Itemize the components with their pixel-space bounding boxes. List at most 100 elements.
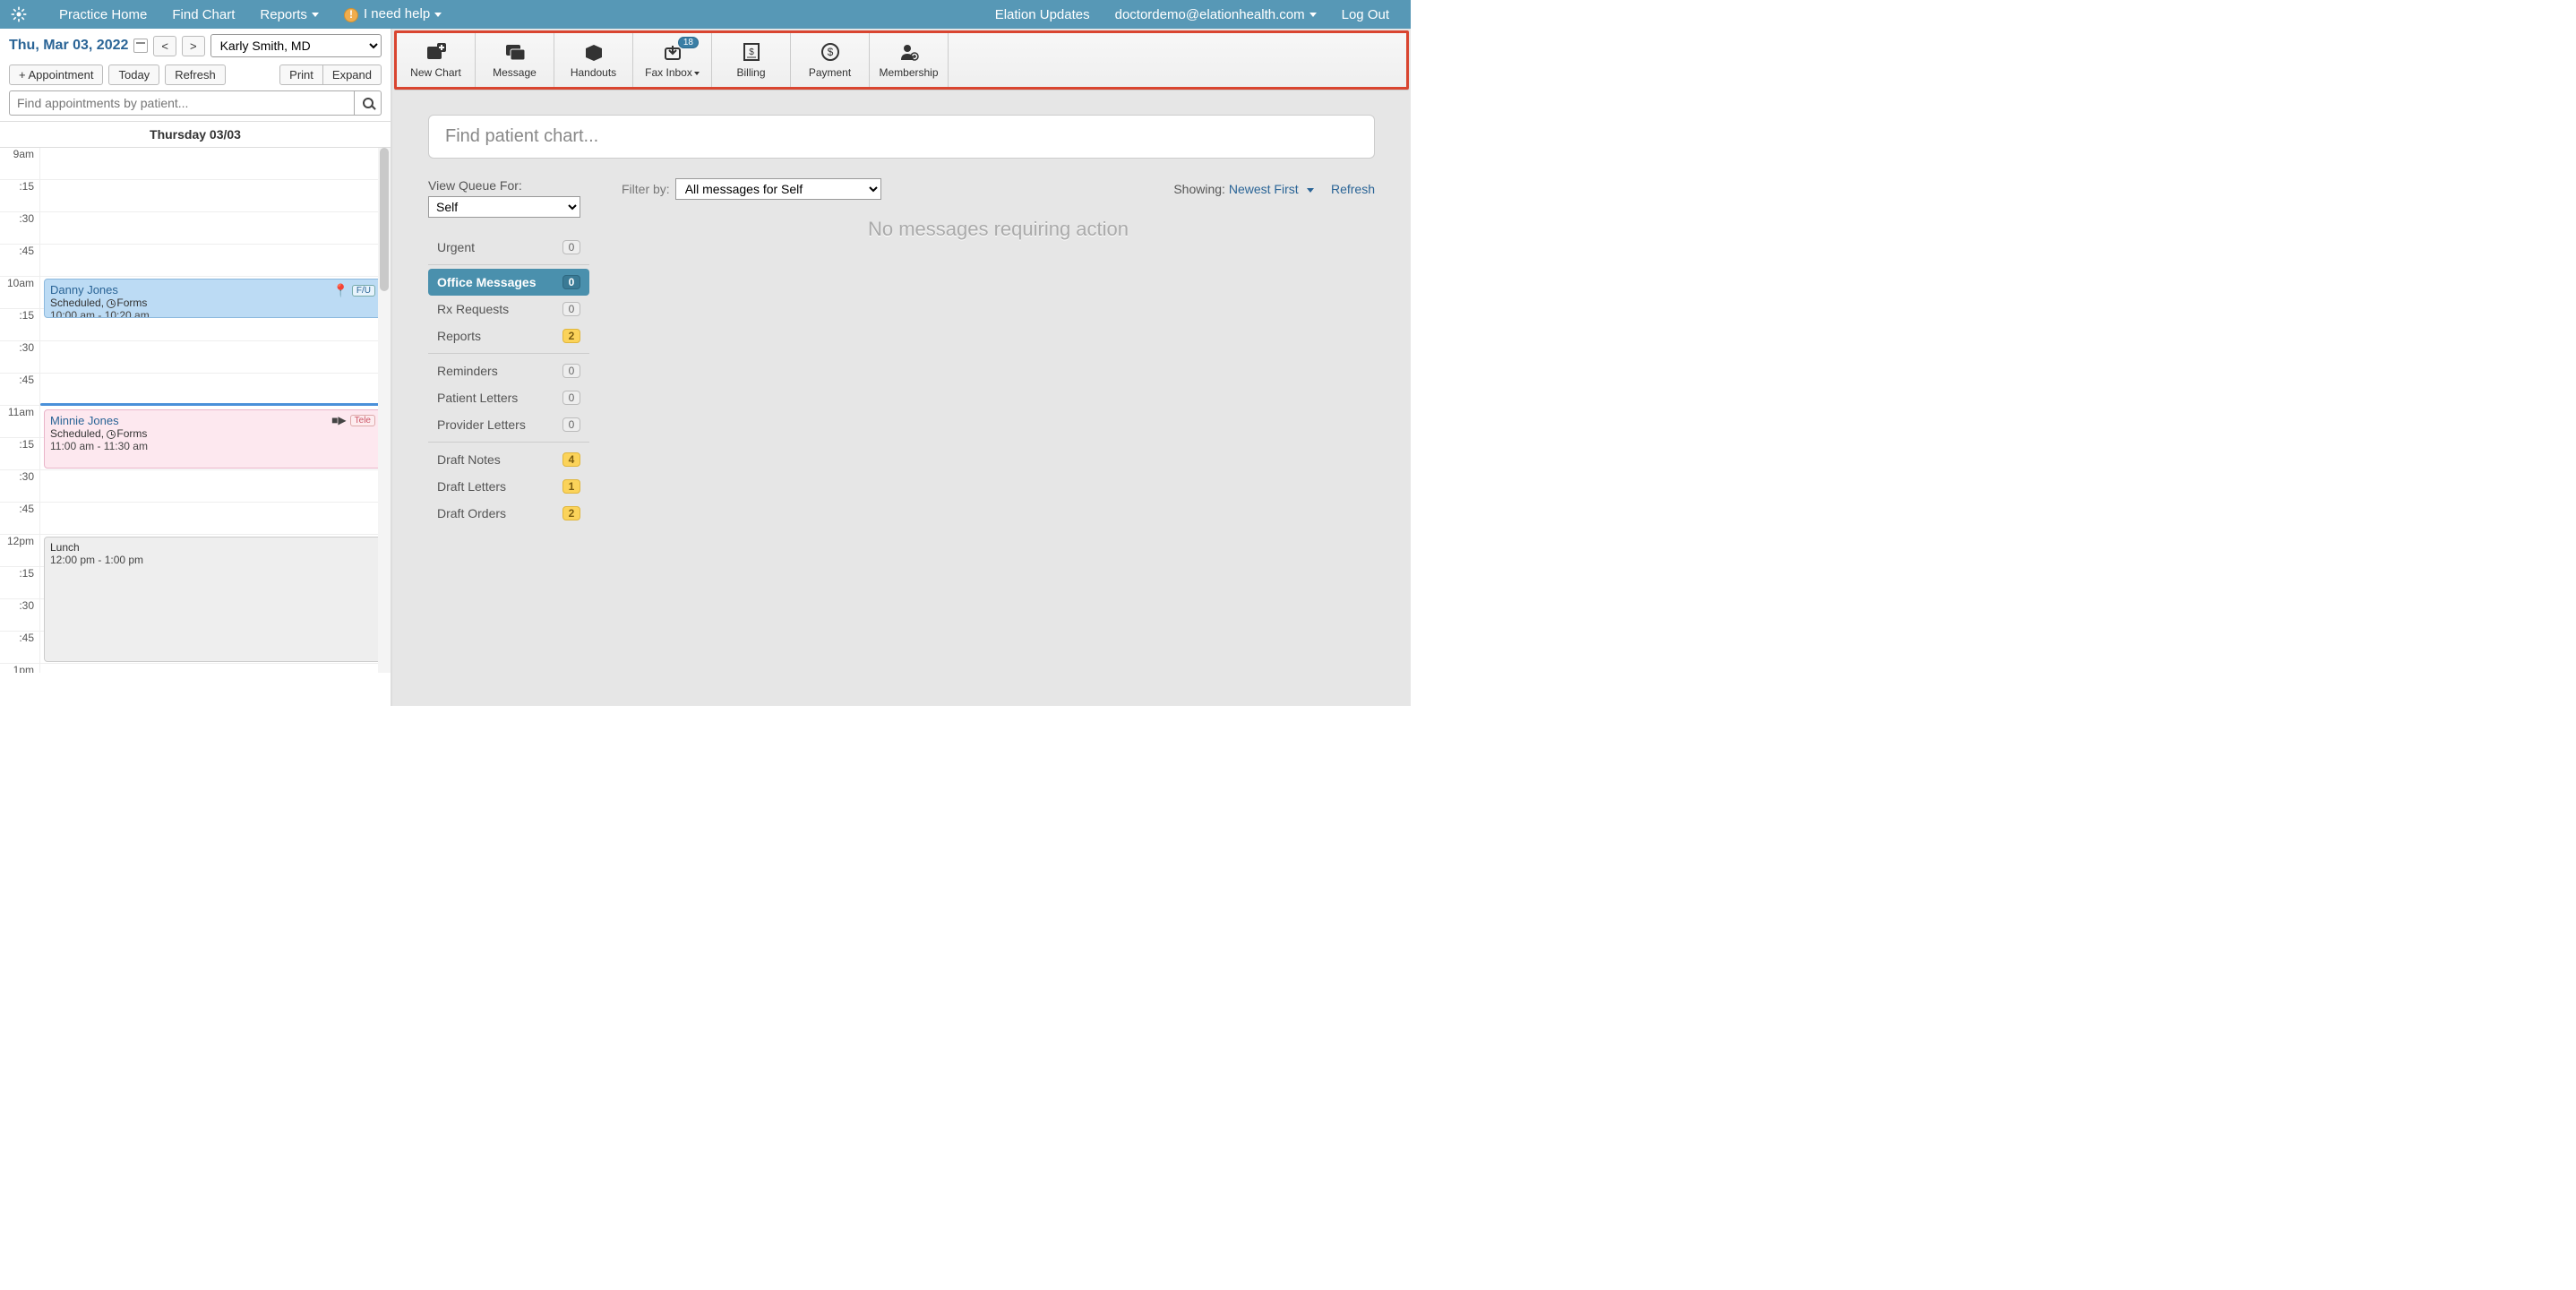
membership-icon bbox=[899, 41, 919, 63]
alert-icon bbox=[344, 8, 358, 22]
time-label: :15 bbox=[0, 567, 40, 598]
expand-button[interactable]: Expand bbox=[323, 64, 382, 85]
caret-down-icon bbox=[694, 72, 700, 75]
time-label: 9am bbox=[0, 148, 40, 179]
count-badge: 2 bbox=[562, 506, 580, 520]
today-button[interactable]: Today bbox=[108, 64, 159, 85]
print-button[interactable]: Print bbox=[279, 64, 323, 85]
appointment-status: Scheduled, Forms bbox=[50, 297, 375, 309]
count-badge: 2 bbox=[562, 329, 580, 343]
filter-by-label: Filter by: bbox=[622, 182, 670, 196]
time-label: :30 bbox=[0, 599, 40, 631]
refresh-cal-button[interactable]: Refresh bbox=[165, 64, 226, 85]
caret-down-icon bbox=[434, 13, 442, 17]
caret-down-icon bbox=[312, 13, 319, 17]
new-chart-icon bbox=[425, 41, 447, 63]
time-slot[interactable] bbox=[40, 470, 391, 502]
time-slot[interactable] bbox=[40, 180, 391, 211]
tool-handouts[interactable]: Handouts bbox=[554, 33, 633, 87]
view-queue-label: View Queue For: bbox=[428, 178, 607, 193]
nav-practice-home[interactable]: Practice Home bbox=[47, 7, 159, 22]
count-badge: 0 bbox=[562, 302, 580, 316]
time-label: 1pm bbox=[0, 664, 40, 673]
queue-item-reminders[interactable]: Reminders0 bbox=[428, 357, 589, 384]
nav-find-chart[interactable]: Find Chart bbox=[159, 7, 247, 22]
count-badge: 4 bbox=[562, 452, 580, 467]
appointment-lunch[interactable]: Lunch 12:00 pm - 1:00 pm bbox=[44, 537, 382, 662]
filter-by-select[interactable]: All messages for Self bbox=[675, 178, 881, 200]
tool-fax-inbox[interactable]: Fax Inbox 18 bbox=[633, 33, 712, 87]
svg-text:$: $ bbox=[749, 47, 754, 57]
handouts-icon bbox=[583, 41, 605, 63]
add-appointment-button[interactable]: + Appointment bbox=[9, 64, 103, 85]
current-time-indicator bbox=[40, 403, 389, 406]
payment-icon: $ bbox=[820, 41, 840, 63]
svg-text:$: $ bbox=[827, 46, 833, 58]
queue-item-rx-requests[interactable]: Rx Requests0 bbox=[428, 296, 589, 322]
nav-user-menu[interactable]: doctordemo@elationhealth.com bbox=[1103, 7, 1329, 22]
time-label: :15 bbox=[0, 309, 40, 340]
tool-new-chart[interactable]: New Chart bbox=[397, 33, 476, 87]
view-queue-select[interactable]: Self bbox=[428, 196, 580, 218]
appointment-patient-name: Minnie Jones bbox=[50, 414, 375, 427]
queue-item-draft-notes[interactable]: Draft Notes4 bbox=[428, 446, 589, 473]
find-patient-input[interactable]: Find patient chart... bbox=[428, 115, 1375, 159]
tool-billing[interactable]: $ Billing bbox=[712, 33, 791, 87]
time-slot[interactable] bbox=[40, 503, 391, 534]
queue-item-urgent[interactable]: Urgent0 bbox=[428, 234, 589, 261]
queue-item-draft-orders[interactable]: Draft Orders2 bbox=[428, 500, 589, 527]
appointment-time: 11:00 am - 11:30 am bbox=[50, 440, 375, 452]
appointment-search-button[interactable] bbox=[355, 90, 382, 116]
time-slot[interactable] bbox=[40, 664, 391, 673]
count-badge: 0 bbox=[562, 417, 580, 432]
count-badge: 0 bbox=[562, 275, 580, 289]
main-toolbar: New Chart Message Handouts Fax Inbox 18 … bbox=[394, 30, 1409, 90]
refresh-messages-link[interactable]: Refresh bbox=[1331, 182, 1375, 196]
queue-item-reports[interactable]: Reports2 bbox=[428, 322, 589, 349]
appointment-danny-jones[interactable]: Danny Jones Scheduled, Forms 10:00 am - … bbox=[44, 279, 382, 318]
calendar-sidebar: Thu, Mar 03, 2022 < > Karly Smith, MD + … bbox=[0, 29, 392, 706]
current-date[interactable]: Thu, Mar 03, 2022 bbox=[9, 38, 128, 54]
nav-help[interactable]: I need help bbox=[331, 6, 454, 22]
queue-item-patient-letters[interactable]: Patient Letters0 bbox=[428, 384, 589, 411]
queue-item-provider-letters[interactable]: Provider Letters0 bbox=[428, 411, 589, 438]
time-label: :30 bbox=[0, 341, 40, 373]
tool-message[interactable]: Message bbox=[476, 33, 554, 87]
time-slot[interactable] bbox=[40, 245, 391, 276]
video-icon: ■▶ bbox=[331, 414, 346, 426]
provider-select[interactable]: Karly Smith, MD bbox=[210, 34, 382, 57]
sort-order-dropdown[interactable]: Newest First bbox=[1229, 182, 1314, 196]
time-label: 10am bbox=[0, 277, 40, 308]
location-pin-icon: 📍 bbox=[332, 283, 348, 298]
appointment-minnie-jones[interactable]: Minnie Jones Scheduled, Forms 11:00 am -… bbox=[44, 409, 382, 469]
time-label: :45 bbox=[0, 374, 40, 405]
nav-logout[interactable]: Log Out bbox=[1329, 7, 1402, 22]
prev-day-button[interactable]: < bbox=[153, 36, 176, 56]
visit-type-tag: Tele bbox=[350, 415, 375, 426]
appointment-patient-name: Danny Jones bbox=[50, 283, 375, 297]
clock-icon bbox=[107, 430, 116, 439]
time-label: :15 bbox=[0, 438, 40, 469]
time-slot[interactable] bbox=[40, 374, 391, 405]
time-slot[interactable] bbox=[40, 341, 391, 373]
tool-payment[interactable]: $ Payment bbox=[791, 33, 870, 87]
time-slot[interactable] bbox=[40, 148, 391, 179]
time-label: :30 bbox=[0, 212, 40, 244]
time-slot[interactable] bbox=[40, 212, 391, 244]
scrollbar[interactable] bbox=[378, 148, 391, 673]
next-day-button[interactable]: > bbox=[182, 36, 205, 56]
queue-item-draft-letters[interactable]: Draft Letters1 bbox=[428, 473, 589, 500]
calendar-icon[interactable] bbox=[133, 39, 148, 53]
nav-reports[interactable]: Reports bbox=[247, 7, 331, 22]
time-label: :45 bbox=[0, 245, 40, 276]
appointment-search-input[interactable] bbox=[9, 90, 355, 116]
tool-membership[interactable]: Membership bbox=[870, 33, 949, 87]
caret-down-icon bbox=[1307, 188, 1314, 193]
fax-count-badge: 18 bbox=[678, 37, 699, 48]
nav-updates[interactable]: Elation Updates bbox=[983, 7, 1103, 22]
count-badge: 1 bbox=[562, 479, 580, 494]
topbar: Practice Home Find Chart Reports I need … bbox=[0, 0, 1411, 29]
appointment-title: Lunch bbox=[50, 541, 375, 554]
time-label: 11am bbox=[0, 406, 40, 437]
queue-item-office-messages[interactable]: Office Messages0 bbox=[428, 269, 589, 296]
